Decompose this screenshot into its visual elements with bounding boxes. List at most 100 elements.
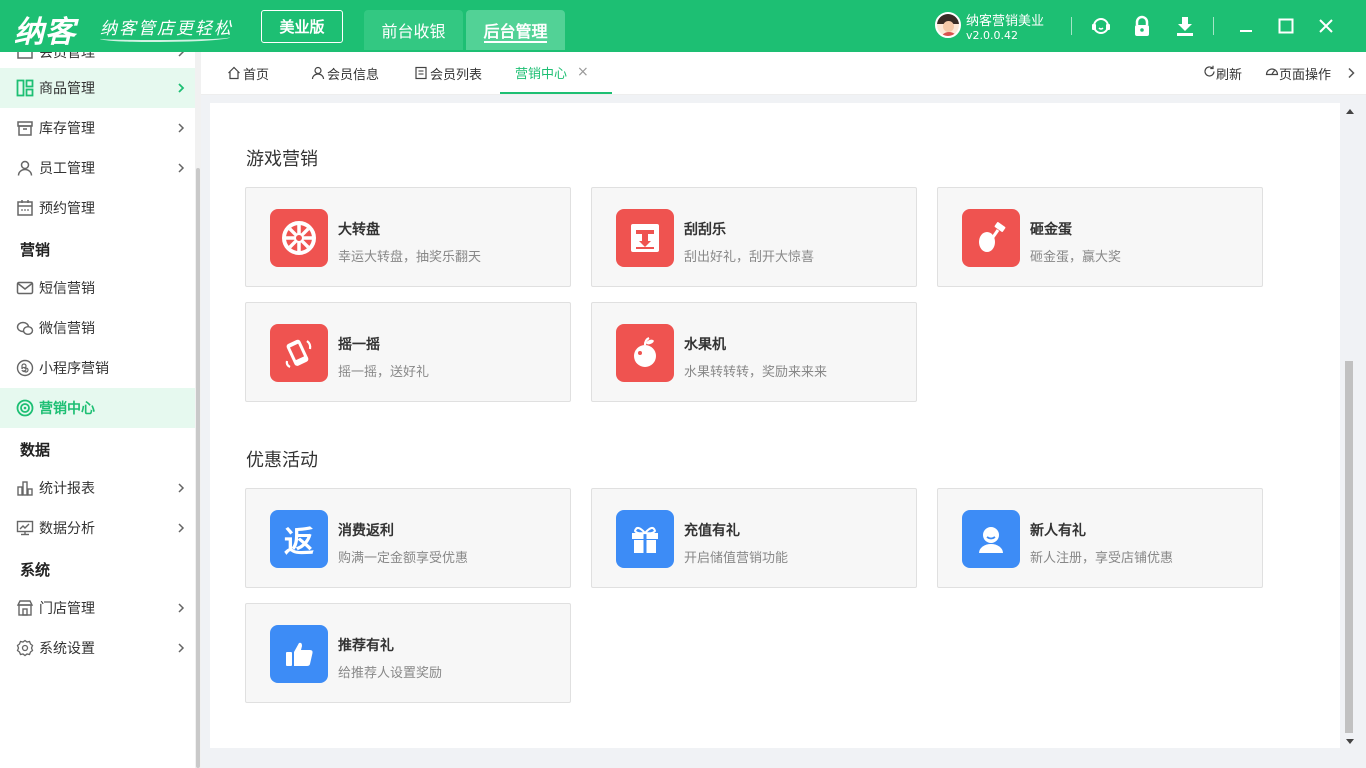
new-user-icon — [962, 510, 1020, 568]
maximize-icon[interactable] — [1274, 14, 1298, 38]
user-avatar[interactable] — [935, 12, 961, 38]
edition-button[interactable]: 美业版 — [261, 10, 343, 43]
sidebar-item-staff[interactable]: 员工管理 — [0, 148, 195, 188]
chart-icon — [15, 478, 35, 498]
card-title: 充值有礼 — [684, 523, 740, 539]
member-icon — [15, 52, 35, 62]
page-ops-button[interactable]: 页面操作 — [1265, 52, 1331, 94]
tab-member-list[interactable]: 会员列表 — [414, 52, 482, 94]
app-version: v2.0.0.42 — [966, 29, 1018, 42]
store-icon — [15, 598, 35, 618]
tab-back-office[interactable]: 后台管理 — [466, 10, 565, 50]
sidebar-item-goods[interactable]: 商品管理 — [0, 68, 195, 108]
card-scratch[interactable]: 刮刮乐 刮出好礼，刮开大惊喜 — [591, 187, 917, 287]
sidebar: 会员管理 商品管理 库存管理 员工管理 预约管理 营销 短信营销 微信营销 小程… — [0, 52, 201, 768]
card-desc: 幸运大转盘，抽奖乐翻天 — [338, 250, 482, 265]
rebate-icon: 返 — [270, 510, 328, 568]
refresh-icon — [1203, 65, 1216, 82]
customer-service-icon[interactable] — [1089, 14, 1113, 38]
tab-front-cashier[interactable]: 前台收银 — [364, 10, 463, 50]
card-referral-gift[interactable]: 推荐有礼 给推荐人设置奖励 — [245, 603, 571, 703]
tab-label: 营销中心 — [515, 66, 568, 82]
card-golden-egg[interactable]: 砸金蛋 砸金蛋，赢大奖 — [937, 187, 1263, 287]
card-desc: 摇一摇，送好礼 — [338, 365, 430, 380]
sidebar-item-wechat[interactable]: 微信营销 — [0, 308, 195, 348]
sidebar-item-reports[interactable]: 统计报表 — [0, 468, 195, 508]
sidebar-item-label: 员工管理 — [39, 161, 95, 177]
sidebar-item-sms[interactable]: 短信营销 — [0, 268, 195, 308]
sidebar-header-system: 系统 — [20, 561, 51, 579]
sidebar-item-label: 微信营销 — [39, 321, 95, 337]
card-desc: 砸金蛋，赢大奖 — [1030, 250, 1122, 265]
card-new-user-gift[interactable]: 新人有礼 新人注册，享受店铺优惠 — [937, 488, 1263, 588]
sidebar-item-label: 预约管理 — [39, 201, 95, 217]
wechat-icon — [15, 318, 35, 338]
list-icon — [414, 66, 428, 80]
main-scrollbar[interactable] — [1343, 103, 1357, 748]
sidebar-item-label: 库存管理 — [39, 121, 95, 137]
sidebar-item-label: 商品管理 — [39, 81, 95, 97]
sidebar-item-label: 门店管理 — [39, 601, 95, 617]
sidebar-item-label: 短信营销 — [39, 281, 95, 297]
sidebar-header-data: 数据 — [20, 441, 51, 459]
sidebar-item-label: 会员管理 — [39, 52, 95, 61]
card-shake[interactable]: 摇一摇 摇一摇，送好礼 — [245, 302, 571, 402]
user-name[interactable]: 纳客营销美业 — [966, 10, 1044, 29]
sidebar-header-marketing: 营销 — [20, 241, 51, 259]
close-icon[interactable] — [1314, 14, 1338, 38]
page-tab-bar: 首页 会员信息 会员列表 营销中心 × 刷新 页面操作 — [201, 52, 1366, 95]
mail-icon — [15, 278, 35, 298]
tab-underline — [484, 41, 547, 43]
card-fruit-machine[interactable]: 水果机 水果转转转，奖励来来来 — [591, 302, 917, 402]
main-scroll-thumb[interactable] — [1345, 361, 1353, 733]
card-desc: 新人注册，享受店铺优惠 — [1030, 551, 1174, 566]
card-lucky-wheel[interactable]: 大转盘 幸运大转盘，抽奖乐翻天 — [245, 187, 571, 287]
tab-home[interactable]: 首页 — [227, 52, 269, 94]
sidebar-item-inventory[interactable]: 库存管理 — [0, 108, 195, 148]
chevron-right-icon — [1348, 67, 1355, 79]
tab-scroll-right[interactable] — [1346, 52, 1356, 94]
calendar-icon — [15, 198, 35, 218]
sidebar-item-settings[interactable]: 系统设置 — [0, 628, 195, 668]
sidebar-item-miniapp[interactable]: 小程序营销 — [0, 348, 195, 388]
card-title: 砸金蛋 — [1030, 222, 1072, 238]
tab-marketing-center[interactable]: 营销中心 × — [500, 52, 612, 94]
user-icon — [311, 66, 325, 80]
card-title: 大转盘 — [338, 222, 380, 238]
tab-close-icon[interactable]: × — [577, 64, 589, 80]
tab-member-info[interactable]: 会员信息 — [311, 52, 379, 94]
card-title: 推荐有礼 — [338, 638, 394, 654]
apple-icon — [616, 324, 674, 382]
home-icon — [227, 66, 241, 80]
sidebar-item-marketing-center[interactable]: 营销中心 — [0, 388, 195, 428]
gift-icon — [616, 510, 674, 568]
scroll-up-arrow[interactable] — [1346, 109, 1354, 114]
card-rebate[interactable]: 返 消费返利 购满一定金额享受优惠 — [245, 488, 571, 588]
divider — [1213, 17, 1214, 35]
sidebar-scrollbar[interactable] — [195, 52, 201, 768]
refresh-button[interactable]: 刷新 — [1203, 52, 1242, 94]
section-title-games: 游戏营销 — [246, 149, 318, 170]
tab-back-office-label: 后台管理 — [483, 22, 548, 41]
golden-egg-icon — [962, 209, 1020, 267]
minimize-icon[interactable] — [1234, 14, 1258, 38]
sidebar-scroll-thumb[interactable] — [196, 168, 200, 768]
lock-icon[interactable] — [1130, 14, 1154, 38]
card-desc: 刮出好礼，刮开大惊喜 — [684, 250, 815, 265]
card-recharge-gift[interactable]: 充值有礼 开启储值营销功能 — [591, 488, 917, 588]
slogan-swoosh — [100, 34, 230, 42]
top-bar: 纳客 纳客管店更轻松 美业版 前台收银 后台管理 纳客营销美业 v2.0.0.4… — [0, 0, 1366, 52]
wheel-icon — [270, 209, 328, 267]
app-logo: 纳客 — [14, 15, 76, 50]
sidebar-item-booking[interactable]: 预约管理 — [0, 188, 195, 228]
download-icon[interactable] — [1173, 14, 1197, 38]
sidebar-item-analysis[interactable]: 数据分析 — [0, 508, 195, 548]
gear-icon — [15, 638, 35, 658]
tab-label: 首页 — [243, 67, 270, 83]
scroll-down-arrow[interactable] — [1346, 739, 1354, 744]
card-title: 摇一摇 — [338, 337, 380, 353]
sidebar-item-store[interactable]: 门店管理 — [0, 588, 195, 628]
sidebar-item-label: 营销中心 — [39, 401, 95, 417]
goods-icon — [15, 78, 35, 98]
card-desc: 水果转转转，奖励来来来 — [684, 365, 828, 380]
